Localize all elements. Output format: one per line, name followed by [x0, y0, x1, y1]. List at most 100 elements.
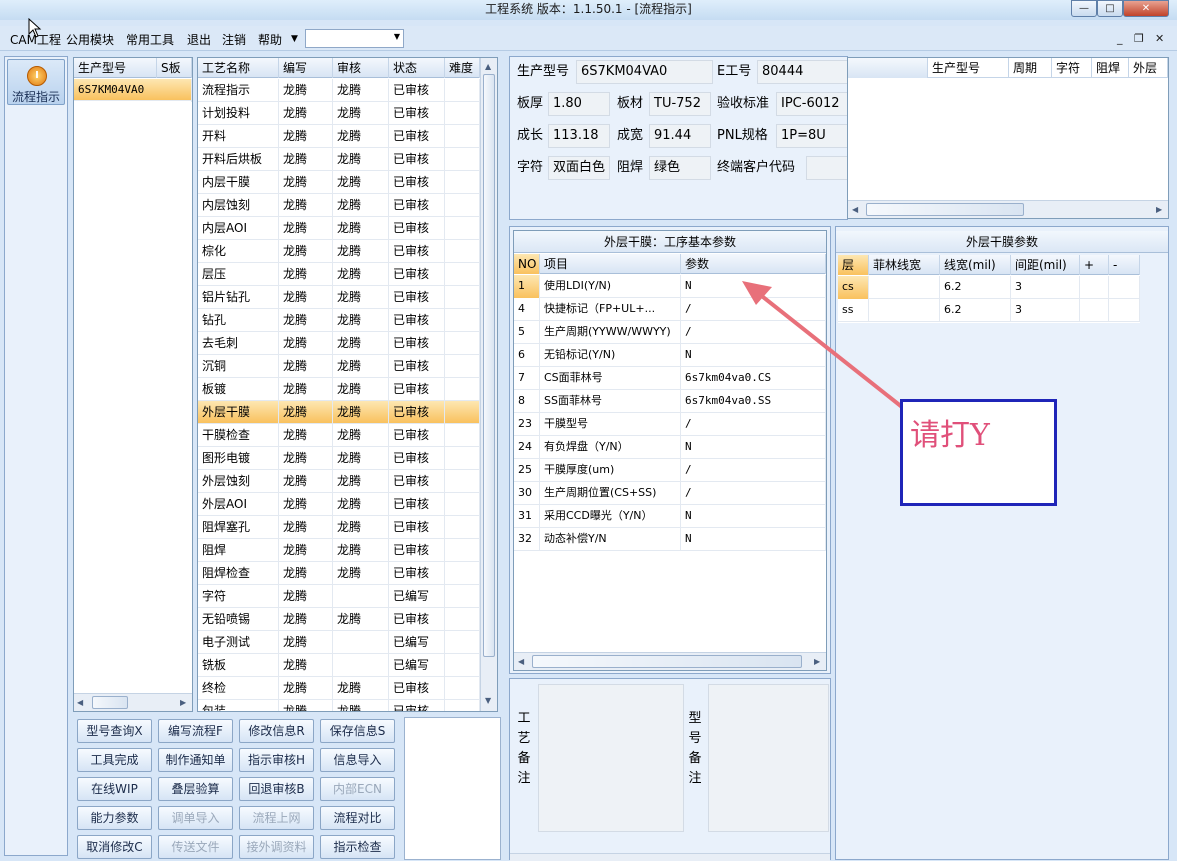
table-row[interactable]: 内层蚀刻 龙腾 龙腾 已审核 [198, 194, 480, 217]
table-row[interactable]: 阻焊塞孔 龙腾 龙腾 已审核 [198, 516, 480, 539]
table-row[interactable]: 24 有负焊盘（Y/N） N [514, 436, 826, 459]
process-remarks-field[interactable] [538, 684, 684, 832]
action-button[interactable]: 指示检查 [320, 835, 395, 859]
col-header[interactable]: 菲林线宽 [869, 255, 940, 275]
menu-common-tools[interactable]: 常用工具 [126, 31, 174, 48]
scroll-thumb[interactable] [92, 696, 128, 709]
vertical-scrollbar[interactable]: ▲ ▼ [480, 58, 497, 711]
table-row[interactable]: 25 干膜厚度(um) / [514, 459, 826, 482]
table-row[interactable]: 内层AOI 龙腾 龙腾 已审核 [198, 217, 480, 240]
table-row[interactable]: 铝片钻孔 龙腾 龙腾 已审核 [198, 286, 480, 309]
material-field[interactable]: TU-752 [649, 92, 711, 116]
solder-mask-field[interactable]: 绿色 [649, 156, 711, 180]
action-button[interactable]: 修改信息R [239, 719, 314, 743]
table-row[interactable]: 内层干膜 龙腾 龙腾 已审核 [198, 171, 480, 194]
table-row[interactable]: 外层AOI 龙腾 龙腾 已审核 [198, 493, 480, 516]
mdi-minimize-icon[interactable]: _ [1117, 32, 1123, 45]
mdi-restore-icon[interactable]: ❐ [1134, 32, 1144, 45]
col-header[interactable]: 生产型号 [928, 58, 1009, 78]
pnl-field[interactable]: 1P=8U [776, 124, 848, 148]
table-row[interactable]: 钻孔 龙腾 龙腾 已审核 [198, 309, 480, 332]
scroll-left-icon[interactable]: ◀ [77, 698, 83, 707]
table-row[interactable]: 开料 龙腾 龙腾 已审核 [198, 125, 480, 148]
table-row[interactable]: 无铅喷锡 龙腾 龙腾 已审核 [198, 608, 480, 631]
table-row[interactable]: 阻焊检查 龙腾 龙腾 已审核 [198, 562, 480, 585]
table-row[interactable]: 图形电镀 龙腾 龙腾 已审核 [198, 447, 480, 470]
col-header[interactable]: 状态 [389, 58, 445, 78]
scroll-left-icon[interactable]: ◀ [852, 205, 858, 214]
col-header[interactable]: 层 [838, 255, 869, 275]
scroll-down-icon[interactable]: ▼ [485, 696, 491, 705]
mdi-close-icon[interactable]: ✕ [1155, 32, 1164, 45]
flow-indicator-nav-button[interactable]: I 流程指示 [7, 59, 65, 105]
table-row[interactable]: 干膜检查 龙腾 龙腾 已审核 [198, 424, 480, 447]
action-button[interactable]: 制作通知单 [158, 748, 233, 772]
action-button[interactable]: 流程上网 [239, 806, 314, 830]
menu-logout[interactable]: 注销 [222, 31, 246, 48]
col-header[interactable]: 阻焊 [1092, 58, 1129, 78]
col-header[interactable]: 编写 [279, 58, 333, 78]
col-header[interactable]: 外层 [1129, 58, 1168, 78]
maximize-button[interactable]: □ [1097, 0, 1123, 17]
chevron-down-icon[interactable]: ▼ [291, 34, 298, 44]
close-button[interactable]: ✕ [1123, 0, 1169, 17]
table-row[interactable]: 阻焊 龙腾 龙腾 已审核 [198, 539, 480, 562]
horizontal-scrollbar[interactable]: ◀ ▶ [74, 693, 192, 711]
menu-common-module[interactable]: 公用模块 [66, 31, 114, 48]
action-button[interactable]: 指示审核H [239, 748, 314, 772]
scroll-right-icon[interactable]: ▶ [814, 657, 820, 666]
action-button[interactable]: 内部ECN [320, 777, 395, 801]
col-header[interactable]: 审核 [333, 58, 389, 78]
thickness-field[interactable]: 1.80 [548, 92, 610, 116]
scroll-right-icon[interactable]: ▶ [1156, 205, 1162, 214]
col-header[interactable]: 难度 [445, 58, 480, 78]
horizontal-scrollbar[interactable]: ◀ ▶ [514, 652, 826, 670]
character-field[interactable]: 双面白色 [548, 156, 610, 180]
action-button[interactable]: 调单导入 [158, 806, 233, 830]
scroll-right-icon[interactable]: ▶ [180, 698, 186, 707]
table-row[interactable]: 板镀 龙腾 龙腾 已审核 [198, 378, 480, 401]
action-button[interactable]: 流程对比 [320, 806, 395, 830]
action-button[interactable]: 回退审核B [239, 777, 314, 801]
model-field[interactable]: 6S7KM04VA0 [576, 60, 713, 84]
scroll-thumb[interactable] [866, 203, 1024, 216]
table-row[interactable]: 6S7KM04VA0 [74, 79, 192, 102]
minimize-button[interactable]: — [1071, 0, 1097, 17]
table-row[interactable]: 字符 龙腾 已编写 [198, 585, 480, 608]
table-row[interactable]: 开料后烘板 龙腾 龙腾 已审核 [198, 148, 480, 171]
table-row[interactable]: 终检 龙腾 龙腾 已审核 [198, 677, 480, 700]
col-header[interactable]: 参数 [681, 254, 826, 274]
table-row[interactable]: 层压 龙腾 龙腾 已审核 [198, 263, 480, 286]
length-field[interactable]: 113.18 [548, 124, 610, 148]
action-button[interactable]: 型号查询X [77, 719, 152, 743]
table-row[interactable]: 包装 龙腾 龙腾 已审核 [198, 700, 480, 711]
width-field[interactable]: 91.44 [649, 124, 711, 148]
customer-code-field[interactable] [806, 156, 848, 180]
col-header[interactable]: S板 [157, 58, 192, 78]
table-row[interactable]: 30 生产周期位置(CS+SS) / [514, 482, 826, 505]
toolbar-combo[interactable]: ▼ [305, 29, 404, 48]
table-row[interactable]: 外层蚀刻 龙腾 龙腾 已审核 [198, 470, 480, 493]
table-row[interactable]: 去毛刺 龙腾 龙腾 已审核 [198, 332, 480, 355]
scroll-left-icon[interactable]: ◀ [518, 657, 524, 666]
action-button[interactable]: 保存信息S [320, 719, 395, 743]
col-header[interactable]: 项目 [540, 254, 681, 274]
action-button[interactable]: 编写流程F [158, 719, 233, 743]
scroll-thumb[interactable] [532, 655, 802, 668]
action-button[interactable]: 能力参数 [77, 806, 152, 830]
action-button[interactable]: 取消修改C [77, 835, 152, 859]
action-button[interactable]: 传送文件 [158, 835, 233, 859]
col-header[interactable]: 生产型号 [74, 58, 157, 78]
action-button[interactable]: 在线WIP [77, 777, 152, 801]
table-row[interactable]: 23 干膜型号 / [514, 413, 826, 436]
scroll-up-icon[interactable]: ▲ [485, 62, 491, 71]
col-header[interactable]: 工艺名称 [198, 58, 279, 78]
table-row[interactable]: 棕化 龙腾 龙腾 已审核 [198, 240, 480, 263]
table-row[interactable]: 外层干膜 龙腾 龙腾 已审核 [198, 401, 480, 424]
standard-field[interactable]: IPC-6012 [776, 92, 848, 116]
action-button[interactable]: 工具完成 [77, 748, 152, 772]
table-row[interactable]: 铣板 龙腾 已编写 [198, 654, 480, 677]
col-header[interactable]: 字符 [1052, 58, 1092, 78]
col-header[interactable]: 线宽(mil) [940, 255, 1011, 275]
col-header[interactable]: - [1109, 255, 1140, 275]
